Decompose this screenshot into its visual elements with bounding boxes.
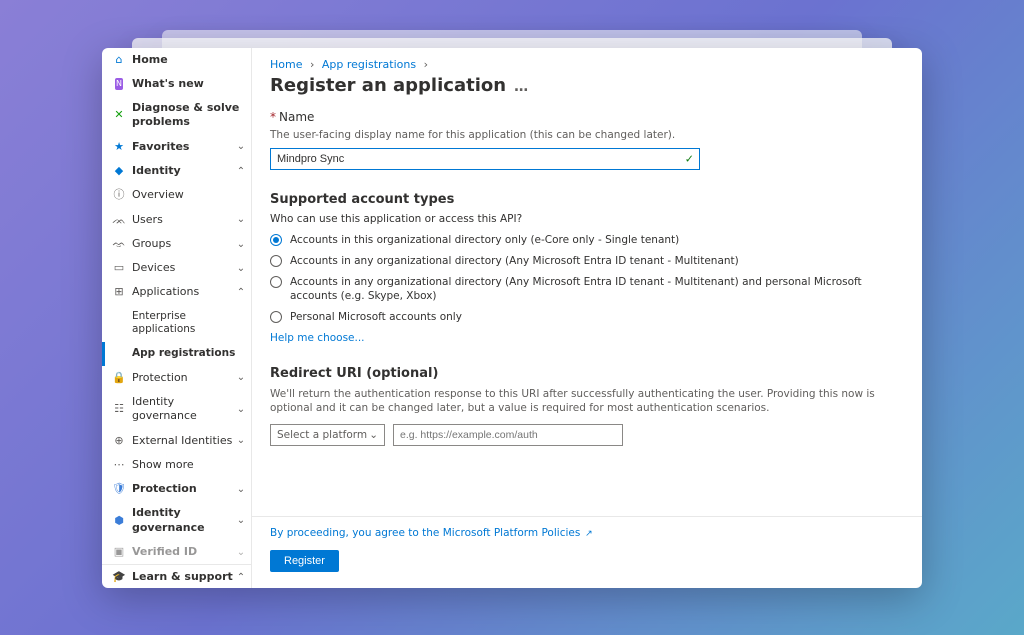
more-actions-icon[interactable]: … [514,79,528,95]
content: Home › App registrations › Register an a… [252,48,922,588]
account-types-heading: Supported account types [270,192,904,207]
register-button[interactable]: Register [270,550,339,572]
account-type-option-3[interactable]: Accounts in any organizational directory… [270,275,904,304]
chevron-down-icon: ⌄ [235,515,247,527]
lock-icon: 🔒 [112,371,126,385]
nav-whats-new[interactable]: N What's new [102,72,251,96]
chevron-down-icon: ⌄ [235,483,247,495]
nav-diagnose[interactable]: ✕ Diagnose & solve problems [102,96,251,135]
identity-icon: ◆ [112,164,126,178]
nav-verified-id[interactable]: ▣ Verified ID ⌄ [102,540,251,564]
redirect-uri-input[interactable] [393,424,623,446]
nav-enterprise-apps[interactable]: Enterprise applications [102,305,251,342]
check-icon: ✓ [685,153,694,166]
chevron-down-icon: ⌄ [235,435,247,447]
nav-identity[interactable]: ◆ Identity ⌃ [102,159,251,183]
nav-identity-governance-2[interactable]: ⬢ Identity governance ⌄ [102,501,251,540]
nav-groups[interactable]: ᨎ Groups ⌄ [102,232,251,256]
platform-select[interactable]: Select a platform ⌄ [270,424,385,446]
chevron-right-icon: › [424,58,428,71]
governance-icon: ☷ [112,402,126,416]
breadcrumb: Home › App registrations › [270,58,904,71]
radio-icon[interactable] [270,255,282,267]
chevron-up-icon: ⌃ [235,572,247,584]
chevron-down-icon: ⌄ [235,262,247,274]
chevron-down-icon: ⌄ [235,403,247,415]
more-icon: ⋯ [112,458,126,472]
chevron-right-icon: › [310,58,314,71]
nav-show-more[interactable]: ⋯ Show more [102,453,251,477]
redirect-desc: We'll return the authentication response… [270,387,904,416]
users-icon: ᨏ [112,213,126,227]
nav-overview[interactable]: ⓘ Overview [102,183,251,207]
required-asterisk: * [270,110,276,124]
policies-link[interactable]: Microsoft Platform Policies [443,527,581,539]
nav-favorites[interactable]: ★ Favorites ⌄ [102,135,251,159]
app-name-input[interactable] [270,148,700,170]
chevron-down-icon: ⌄ [235,238,247,250]
name-desc: The user-facing display name for this ap… [270,128,904,143]
nav-app-registrations[interactable]: App registrations [102,342,251,366]
chevron-down-icon: ⌄ [235,141,247,153]
account-type-option-2[interactable]: Accounts in any organizational directory… [270,254,904,269]
groups-icon: ᨎ [112,237,126,251]
whatsnew-icon: N [112,77,126,91]
nav-users[interactable]: ᨏ Users ⌄ [102,208,251,232]
chevron-up-icon: ⌃ [235,165,247,177]
breadcrumb-home[interactable]: Home [270,58,302,71]
shield-icon: 🛡 [112,482,126,496]
nav-devices[interactable]: ▭ Devices ⌄ [102,256,251,280]
account-types-question: Who can use this application or access t… [270,213,904,225]
chevron-up-icon: ⌃ [235,287,247,299]
account-type-option-1[interactable]: Accounts in this organizational director… [270,233,904,248]
applications-icon: ⊞ [112,286,126,300]
governance-2-icon: ⬢ [112,514,126,528]
chevron-down-icon: ⌄ [369,429,378,441]
sidebar: ⌂ Home N What's new ✕ Diagnose & solve p… [102,48,252,588]
chevron-down-icon: ⌄ [235,214,247,226]
page-title: Register an application… [270,75,904,96]
app-window: ⌂ Home N What's new ✕ Diagnose & solve p… [102,48,922,588]
chevron-down-icon: ⌄ [235,546,247,558]
nav-applications[interactable]: ⊞ Applications ⌃ [102,280,251,304]
external-link-icon: ↗ [582,529,592,539]
account-type-option-4[interactable]: Personal Microsoft accounts only [270,310,904,325]
content-footer: By proceeding, you agree to the Microsof… [252,516,922,588]
agreement-text: By proceeding, you agree to the Microsof… [270,527,904,539]
overview-icon: ⓘ [112,188,126,202]
breadcrumb-appreg[interactable]: App registrations [322,58,416,71]
diagnose-icon: ✕ [112,108,126,122]
home-icon: ⌂ [112,53,126,67]
nav-home[interactable]: ⌂ Home [102,48,251,72]
radio-icon[interactable] [270,234,282,246]
nav-external-identities[interactable]: ⊕ External Identities ⌄ [102,429,251,453]
nav-learn-support[interactable]: 🎓 Learn & support ⌃ [102,565,251,587]
devices-icon: ▭ [112,261,126,275]
nav-protection[interactable]: 🔒 Protection ⌄ [102,366,251,390]
radio-icon[interactable] [270,276,282,288]
nav-identity-governance[interactable]: ☷ Identity governance ⌄ [102,390,251,429]
chevron-down-icon: ⌄ [235,372,247,384]
verified-icon: ▣ [112,545,126,559]
radio-icon[interactable] [270,311,282,323]
nav-protection-2[interactable]: 🛡 Protection ⌄ [102,477,251,501]
learn-icon: 🎓 [112,571,126,585]
name-label: *Name [270,110,904,124]
redirect-heading: Redirect URI (optional) [270,366,904,381]
help-me-choose-link[interactable]: Help me choose... [270,332,365,344]
external-icon: ⊕ [112,434,126,448]
star-icon: ★ [112,140,126,154]
